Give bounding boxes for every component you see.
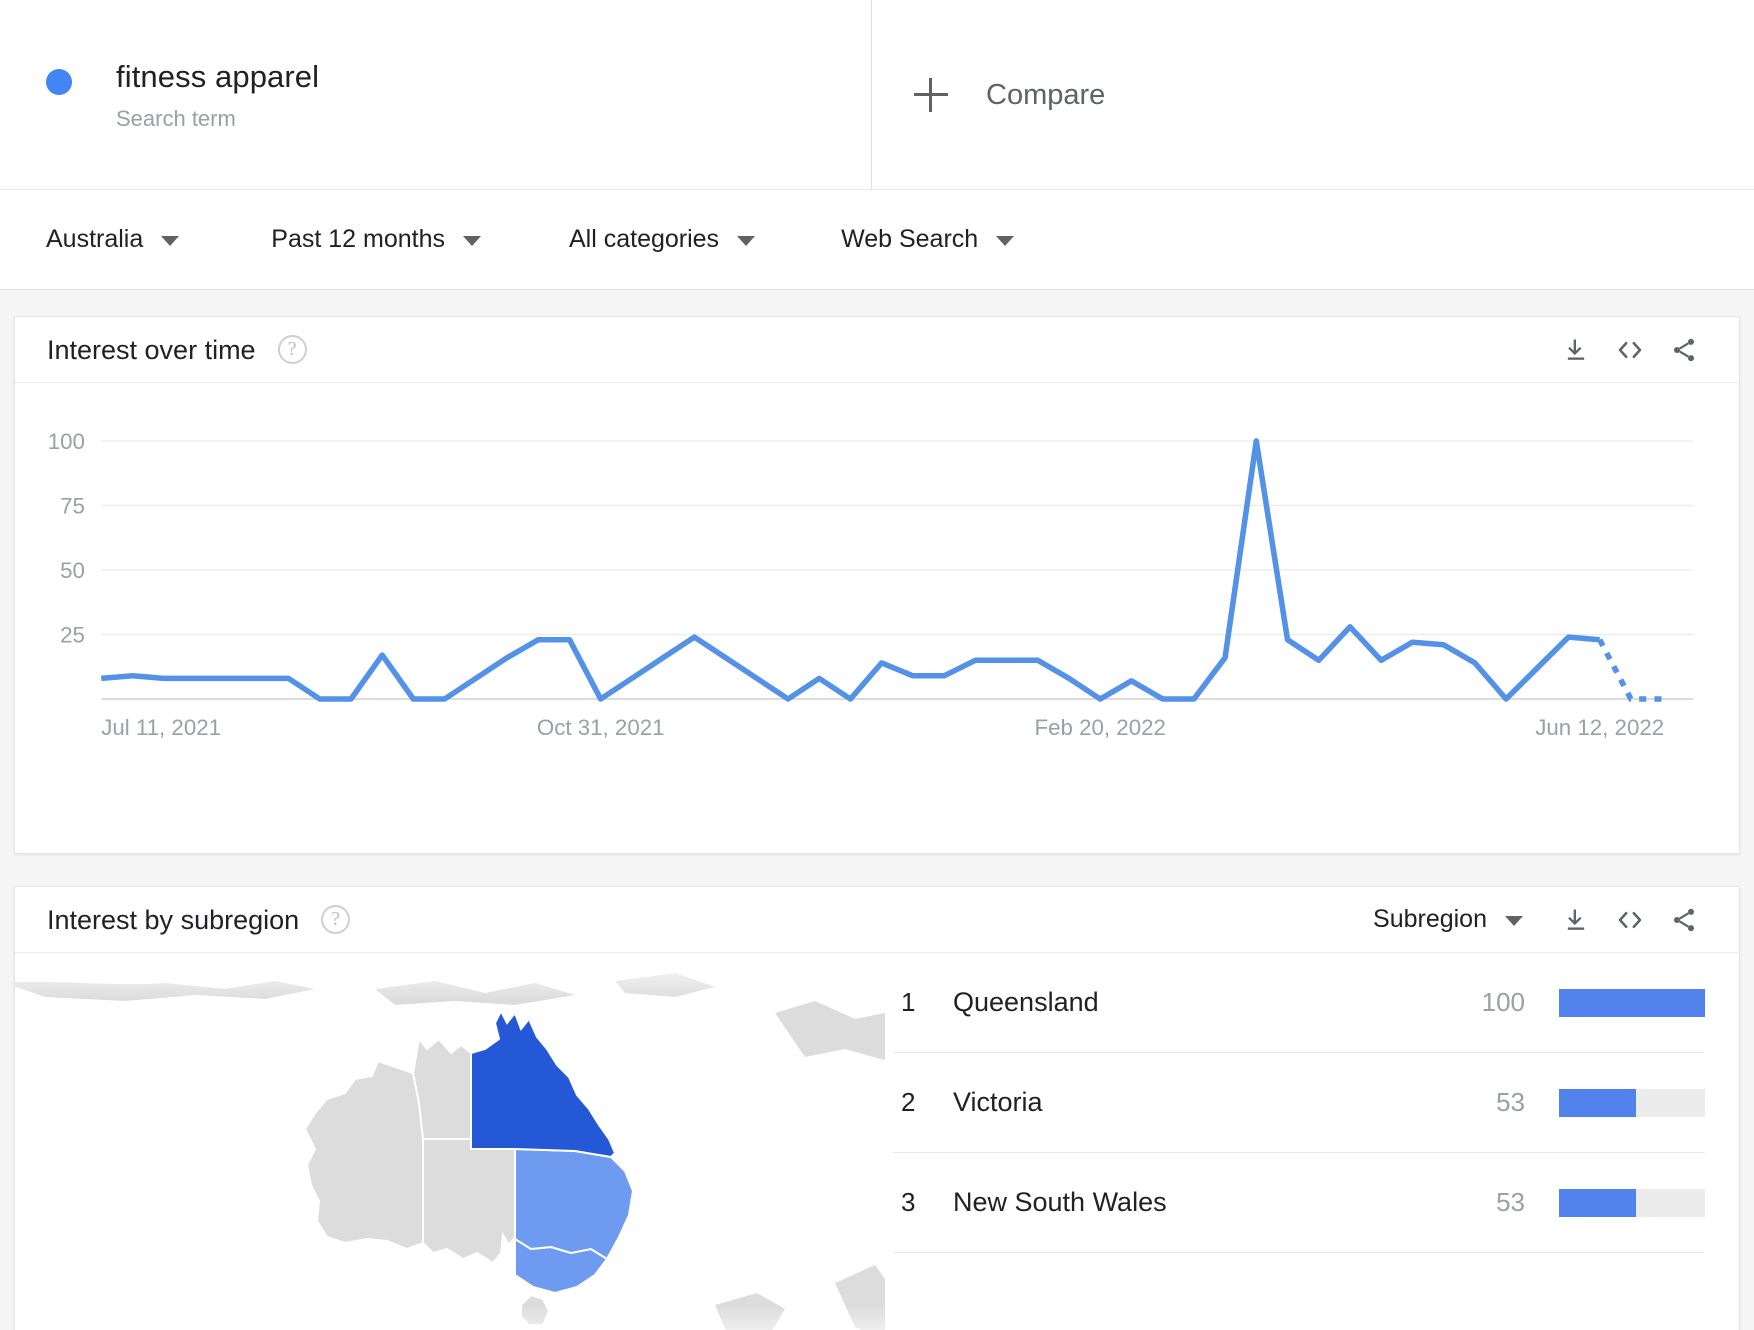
- svg-text:Jul 11, 2021: Jul 11, 2021: [101, 715, 221, 740]
- filter-search-type[interactable]: Web Search: [841, 225, 1015, 254]
- subregion-level-select[interactable]: Subregion: [1373, 905, 1523, 934]
- chart-gridlines: [101, 440, 1694, 636]
- subregion-level-label: Subregion: [1373, 905, 1487, 933]
- svg-text:25: 25: [60, 623, 85, 648]
- svg-text:100: 100: [48, 429, 85, 454]
- svg-text:75: 75: [60, 494, 85, 519]
- subregion-bar-fill: [1559, 1188, 1637, 1217]
- subregion-rank: 2: [901, 1087, 916, 1117]
- share-icon[interactable]: [1657, 893, 1711, 947]
- filter-category[interactable]: All categories: [568, 225, 756, 254]
- filter-time-range[interactable]: Past 12 months: [271, 225, 481, 254]
- trend-line-chart: 25 50 75 100 Jul 11, 2021 Oct 31, 2021 Feb 20…: [48, 429, 1694, 740]
- subregion-bar-fill: [1559, 988, 1705, 1017]
- subregion-bar: [1559, 1188, 1705, 1217]
- add-compare-button[interactable]: Compare: [914, 77, 1106, 112]
- subregion-value: 53: [1496, 1087, 1525, 1117]
- interest-over-time-card: Interest over time ? 25 50 75 100 Jul 11…: [14, 316, 1740, 854]
- search-term-label: fitness apparel: [116, 58, 320, 94]
- chevron-down-icon: [1505, 916, 1523, 926]
- embed-code-icon[interactable]: [1603, 893, 1657, 947]
- subregion-rank: 3: [901, 1187, 916, 1217]
- svg-text:Jun 12, 2022: Jun 12, 2022: [1535, 715, 1664, 740]
- compare-cell: Compare: [872, 0, 1754, 189]
- svg-text:50: 50: [60, 558, 85, 583]
- filter-category-label: All categories: [568, 225, 720, 253]
- filter-location-label: Australia: [46, 225, 144, 253]
- chart-series-dashed-tail: [1597, 638, 1663, 702]
- embed-code-icon[interactable]: [1603, 323, 1657, 377]
- chart-x-axis-labels: Jul 11, 2021 Oct 31, 2021 Feb 20, 2022 Jun …: [101, 715, 1664, 740]
- interest-by-subregion-actions: [1549, 893, 1711, 947]
- trends-page: fitness apparel Search term Compare Aust…: [0, 0, 1754, 1330]
- subregion-bar: [1559, 988, 1705, 1017]
- interest-by-subregion-header: Interest by subregion ? Subregion: [15, 887, 1739, 953]
- table-row[interactable]: 2 Victoria 53: [893, 1053, 1705, 1153]
- search-term-bar: fitness apparel Search term Compare: [0, 0, 1754, 190]
- search-term-type: Search term: [116, 105, 236, 131]
- subregion-map[interactable]: [15, 953, 885, 1330]
- download-icon[interactable]: [1549, 323, 1603, 377]
- chevron-down-icon: [462, 236, 481, 246]
- interest-over-time-chart[interactable]: 25 50 75 100 Jul 11, 2021 Oct 31, 2021 Feb 20…: [15, 383, 1739, 853]
- chevron-down-icon: [737, 236, 756, 246]
- subregion-name: New South Wales: [953, 1187, 1167, 1217]
- subregion-bar-fill: [1559, 1088, 1637, 1117]
- australia-map: [15, 953, 885, 1330]
- plus-icon: [914, 77, 948, 112]
- interest-over-time-actions: [1549, 323, 1711, 377]
- subregion-name: Victoria: [953, 1087, 1043, 1117]
- share-icon[interactable]: [1657, 323, 1711, 377]
- subregion-value: 53: [1496, 1187, 1525, 1217]
- map-fade-overlay: [15, 953, 885, 1330]
- svg-text:Feb 20, 2022: Feb 20, 2022: [1034, 715, 1165, 740]
- chevron-down-icon: [996, 236, 1015, 246]
- interest-over-time-header: Interest over time ?: [15, 317, 1739, 383]
- subregion-bar: [1559, 1088, 1705, 1117]
- table-row[interactable]: 1 Queensland 100: [893, 953, 1705, 1053]
- filter-search-type-label: Web Search: [841, 225, 979, 253]
- download-icon[interactable]: [1549, 893, 1603, 947]
- interest-by-subregion-title: Interest by subregion: [47, 904, 300, 935]
- chart-y-axis-labels: 25 50 75 100: [48, 429, 85, 647]
- filter-time-range-label: Past 12 months: [271, 225, 445, 253]
- compare-label: Compare: [986, 78, 1106, 111]
- subregion-list: 1 Queensland 100 2 Victoria 53 3 New Sou…: [885, 953, 1739, 1330]
- subregion-body: 1 Queensland 100 2 Victoria 53 3 New Sou…: [15, 953, 1739, 1330]
- help-circle-icon[interactable]: ?: [277, 335, 307, 364]
- svg-text:Oct 31, 2021: Oct 31, 2021: [537, 715, 665, 740]
- search-term-card[interactable]: fitness apparel Search term: [0, 0, 872, 189]
- subregion-value: 100: [1481, 987, 1525, 1017]
- filter-location[interactable]: Australia: [46, 225, 180, 254]
- filter-bar: Australia Past 12 months All categories …: [0, 190, 1754, 290]
- help-circle-icon[interactable]: ?: [321, 905, 351, 934]
- interest-over-time-title: Interest over time: [47, 334, 256, 365]
- interest-by-subregion-card: Interest by subregion ? Subregion 1 Quee…: [14, 886, 1740, 1330]
- table-row[interactable]: 3 New South Wales 53: [893, 1153, 1705, 1253]
- series-color-dot: [46, 68, 72, 95]
- subregion-name: Queensland: [953, 987, 1099, 1017]
- subregion-rank: 1: [901, 987, 916, 1017]
- page-body: Interest over time ? 25 50 75 100 Jul 11…: [0, 290, 1754, 1330]
- chevron-down-icon: [161, 236, 180, 246]
